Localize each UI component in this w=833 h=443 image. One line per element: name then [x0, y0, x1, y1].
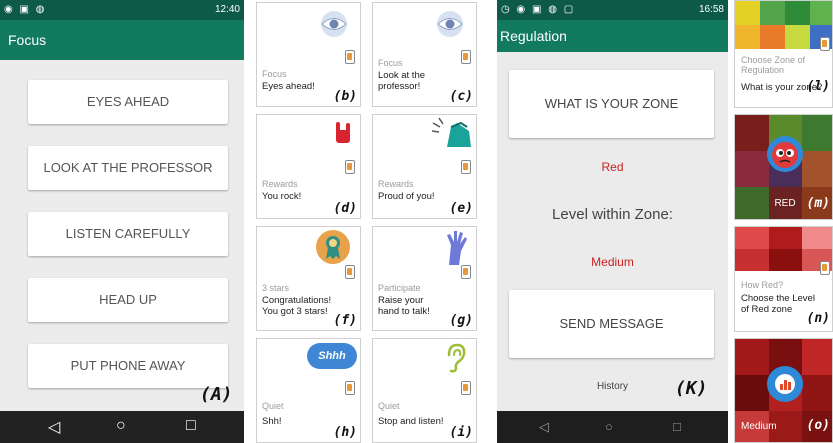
card-category: Quiet: [378, 401, 400, 411]
card-category: 3 stars: [262, 283, 290, 293]
figure-label-a: (A): [200, 384, 233, 405]
figure-label: (l): [806, 79, 830, 94]
figure-label: (n): [806, 311, 830, 326]
figure-label: (m): [806, 196, 830, 211]
card-category: Choose Zone of Regulation: [741, 55, 806, 75]
card-message: Raise your hand to talk!: [378, 295, 430, 317]
status-icons-left: ◉ ▣ ◍: [4, 4, 47, 15]
zone-color-mosaic: [735, 1, 832, 49]
card-category: Rewards: [262, 179, 298, 189]
card-message: Congratulations! You got 3 stars!: [262, 295, 332, 317]
card-message: You rock!: [262, 191, 302, 202]
watch-icon: [461, 265, 471, 279]
what-is-your-zone-button[interactable]: WHAT IS YOUR ZONE: [509, 70, 714, 138]
watch-icon: [820, 261, 830, 275]
red-shades-mosaic: [735, 227, 832, 271]
card-category: Focus: [378, 58, 403, 68]
home-icon[interactable]: ○: [116, 417, 126, 435]
watch-icon: [345, 381, 355, 395]
back-icon[interactable]: ◁: [48, 417, 60, 437]
card-message: Choose the Level of Red zone: [741, 293, 815, 315]
figure-label: (o): [806, 418, 830, 433]
watch-card-b: Focus Eyes ahead! (b): [256, 2, 361, 107]
status-time: 16:58: [698, 4, 724, 15]
watch-card-c: Focus Look at the professor! (c): [372, 2, 477, 107]
watch-card-d: Rewards You rock! (d): [256, 114, 361, 219]
recent-apps-icon[interactable]: □: [673, 419, 681, 434]
card-message: Look at the professor!: [378, 70, 426, 92]
watch-icon: [461, 160, 471, 174]
eye-icon: [321, 11, 347, 37]
bar-chart-icon: [767, 366, 803, 402]
watch-icon: [345, 160, 355, 174]
card-message: Eyes ahead!: [262, 81, 315, 92]
listen-carefully-button[interactable]: LISTEN CAREFULLY: [28, 212, 228, 256]
raised-hand-icon: [447, 231, 467, 265]
figure-label: (d): [333, 201, 357, 216]
card-message: Proud of you!: [378, 191, 435, 202]
shhh-cloud-icon: Shhh: [307, 343, 357, 369]
card-category: Quiet: [262, 401, 284, 411]
card-category: Focus: [262, 69, 287, 79]
center-text: Medium: [741, 421, 777, 432]
page-title: Focus: [8, 32, 47, 48]
figure-label: (f): [333, 313, 357, 328]
level-label: Level within Zone:: [552, 206, 673, 223]
watch-icon: [461, 381, 471, 395]
figure-label: (g): [449, 313, 473, 328]
app-bar: Focus: [0, 20, 244, 60]
send-message-button[interactable]: SEND MESSAGE: [509, 290, 714, 358]
put-phone-away-button[interactable]: PUT PHONE AWAY: [28, 344, 228, 388]
watch-card-g: Participate Raise your hand to talk! (g): [372, 226, 477, 331]
figure-label: (e): [449, 201, 473, 216]
page-title: Regulation: [500, 28, 567, 44]
figure-label: (i): [449, 425, 473, 440]
watch-card-i: Quiet Stop and listen! (i): [372, 338, 477, 443]
card-category: Rewards: [378, 179, 414, 189]
card-message: Stop and listen!: [378, 416, 444, 427]
clapping-hands-icon: [431, 117, 471, 147]
status-icons-left: ◷ ◉ ▣ ◍ ▢: [501, 4, 576, 15]
status-bar: ◷ ◉ ▣ ◍ ▢ 16:58: [497, 0, 728, 20]
level-value: Medium: [591, 255, 634, 269]
medal-icon: [316, 230, 350, 264]
angry-face-icon: [767, 136, 803, 172]
watch-card-m: RED (m): [734, 114, 833, 220]
figure-label: (b): [333, 89, 357, 104]
ear-icon: [447, 343, 466, 373]
eye-icon: [437, 11, 463, 37]
watch-icon: [345, 50, 355, 64]
regulation-phone-screen: ◷ ◉ ▣ ◍ ▢ 16:58 Regulation WHAT IS YOUR …: [497, 0, 728, 443]
back-icon[interactable]: ◁: [539, 419, 549, 435]
nav-bar: ◁ ○ □: [497, 411, 728, 443]
watch-card-o: Medium (o): [734, 338, 833, 443]
watch-card-n: How Red? Choose the Level of Red zone (n…: [734, 226, 833, 332]
figure-label-k: (K): [675, 378, 708, 399]
nav-bar: ◁ ○ □: [0, 411, 244, 443]
card-category: Participate: [378, 283, 421, 293]
watch-icon: [820, 37, 830, 51]
watch-card-l: Choose Zone of Regulation What is your z…: [734, 0, 833, 108]
rock-hand-icon: [336, 122, 350, 143]
zone-value: Red: [601, 160, 624, 174]
watch-card-h: Shhh Quiet Shh! (h): [256, 338, 361, 443]
head-up-button[interactable]: HEAD UP: [28, 278, 228, 322]
card-message: Shh!: [262, 416, 282, 427]
watch-card-e: Rewards Proud of you! (e): [372, 114, 477, 219]
status-time: 12:40: [214, 4, 240, 15]
status-bar: ◉ ▣ ◍ 12:40: [0, 0, 244, 20]
watch-icon: [345, 265, 355, 279]
watch-card-f: 3 stars Congratulations! You got 3 stars…: [256, 226, 361, 331]
eyes-ahead-button[interactable]: EYES AHEAD: [28, 80, 228, 124]
figure-label: (c): [449, 89, 473, 104]
card-category: How Red?: [741, 280, 784, 290]
watch-icon: [461, 50, 471, 64]
look-at-professor-button[interactable]: LOOK AT THE PROFESSOR: [28, 146, 228, 190]
home-icon[interactable]: ○: [605, 419, 613, 434]
app-bar: Regulation: [497, 20, 728, 52]
focus-phone-screen: ◉ ▣ ◍ 12:40 Focus EYES AHEAD LOOK AT THE…: [0, 0, 244, 443]
recent-apps-icon[interactable]: □: [186, 417, 196, 435]
figure-label: (h): [333, 425, 357, 440]
